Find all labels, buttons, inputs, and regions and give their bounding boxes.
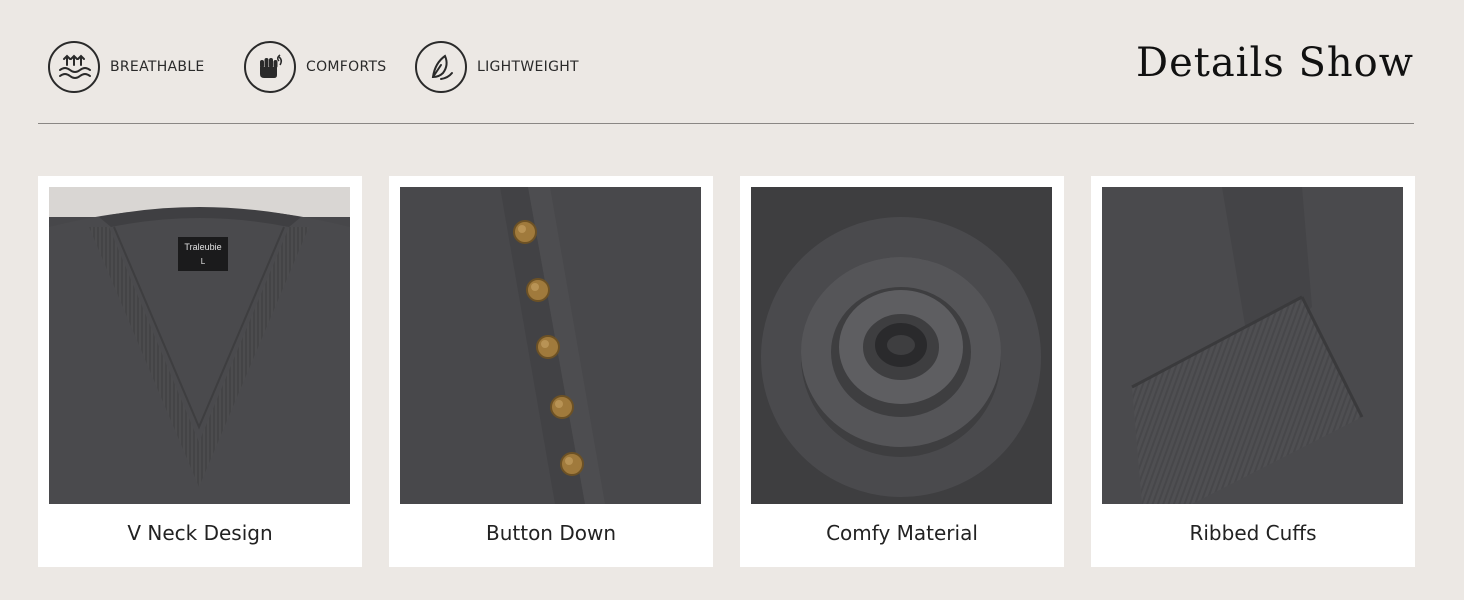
feather-icon (415, 41, 467, 93)
divider (38, 123, 1414, 124)
brand-tag: Traleubie (184, 242, 221, 252)
detail-card-ribbed-cuffs: Ribbed Cuffs (1091, 176, 1415, 567)
button-down-photo (400, 187, 701, 504)
feature-breathable: BREATHABLE (48, 38, 205, 96)
page-title: Details Show (1136, 40, 1414, 86)
detail-card-v-neck: Traleubie L V Neck Design (38, 176, 362, 567)
feature-comforts: COMFORTS (244, 38, 387, 96)
card-caption: Comfy Material (826, 521, 978, 545)
detail-card-button-down: Button Down (389, 176, 713, 567)
card-caption: Ribbed Cuffs (1189, 521, 1317, 545)
ribbed-cuff-photo (1102, 187, 1403, 504)
card-caption: V Neck Design (127, 521, 273, 545)
v-neck-photo: Traleubie L (49, 187, 350, 504)
feature-label: BREATHABLE (110, 59, 205, 75)
size-tag: L (201, 257, 206, 266)
fabric-swirl-photo (751, 187, 1052, 504)
feature-lightweight: LIGHTWEIGHT (415, 38, 579, 96)
fist-leaf-icon (244, 41, 296, 93)
card-caption: Button Down (485, 521, 617, 545)
feature-label: COMFORTS (306, 59, 387, 75)
feature-label: LIGHTWEIGHT (477, 59, 579, 75)
breathable-waves-icon (48, 41, 100, 93)
detail-card-comfy-material: Comfy Material (740, 176, 1064, 567)
